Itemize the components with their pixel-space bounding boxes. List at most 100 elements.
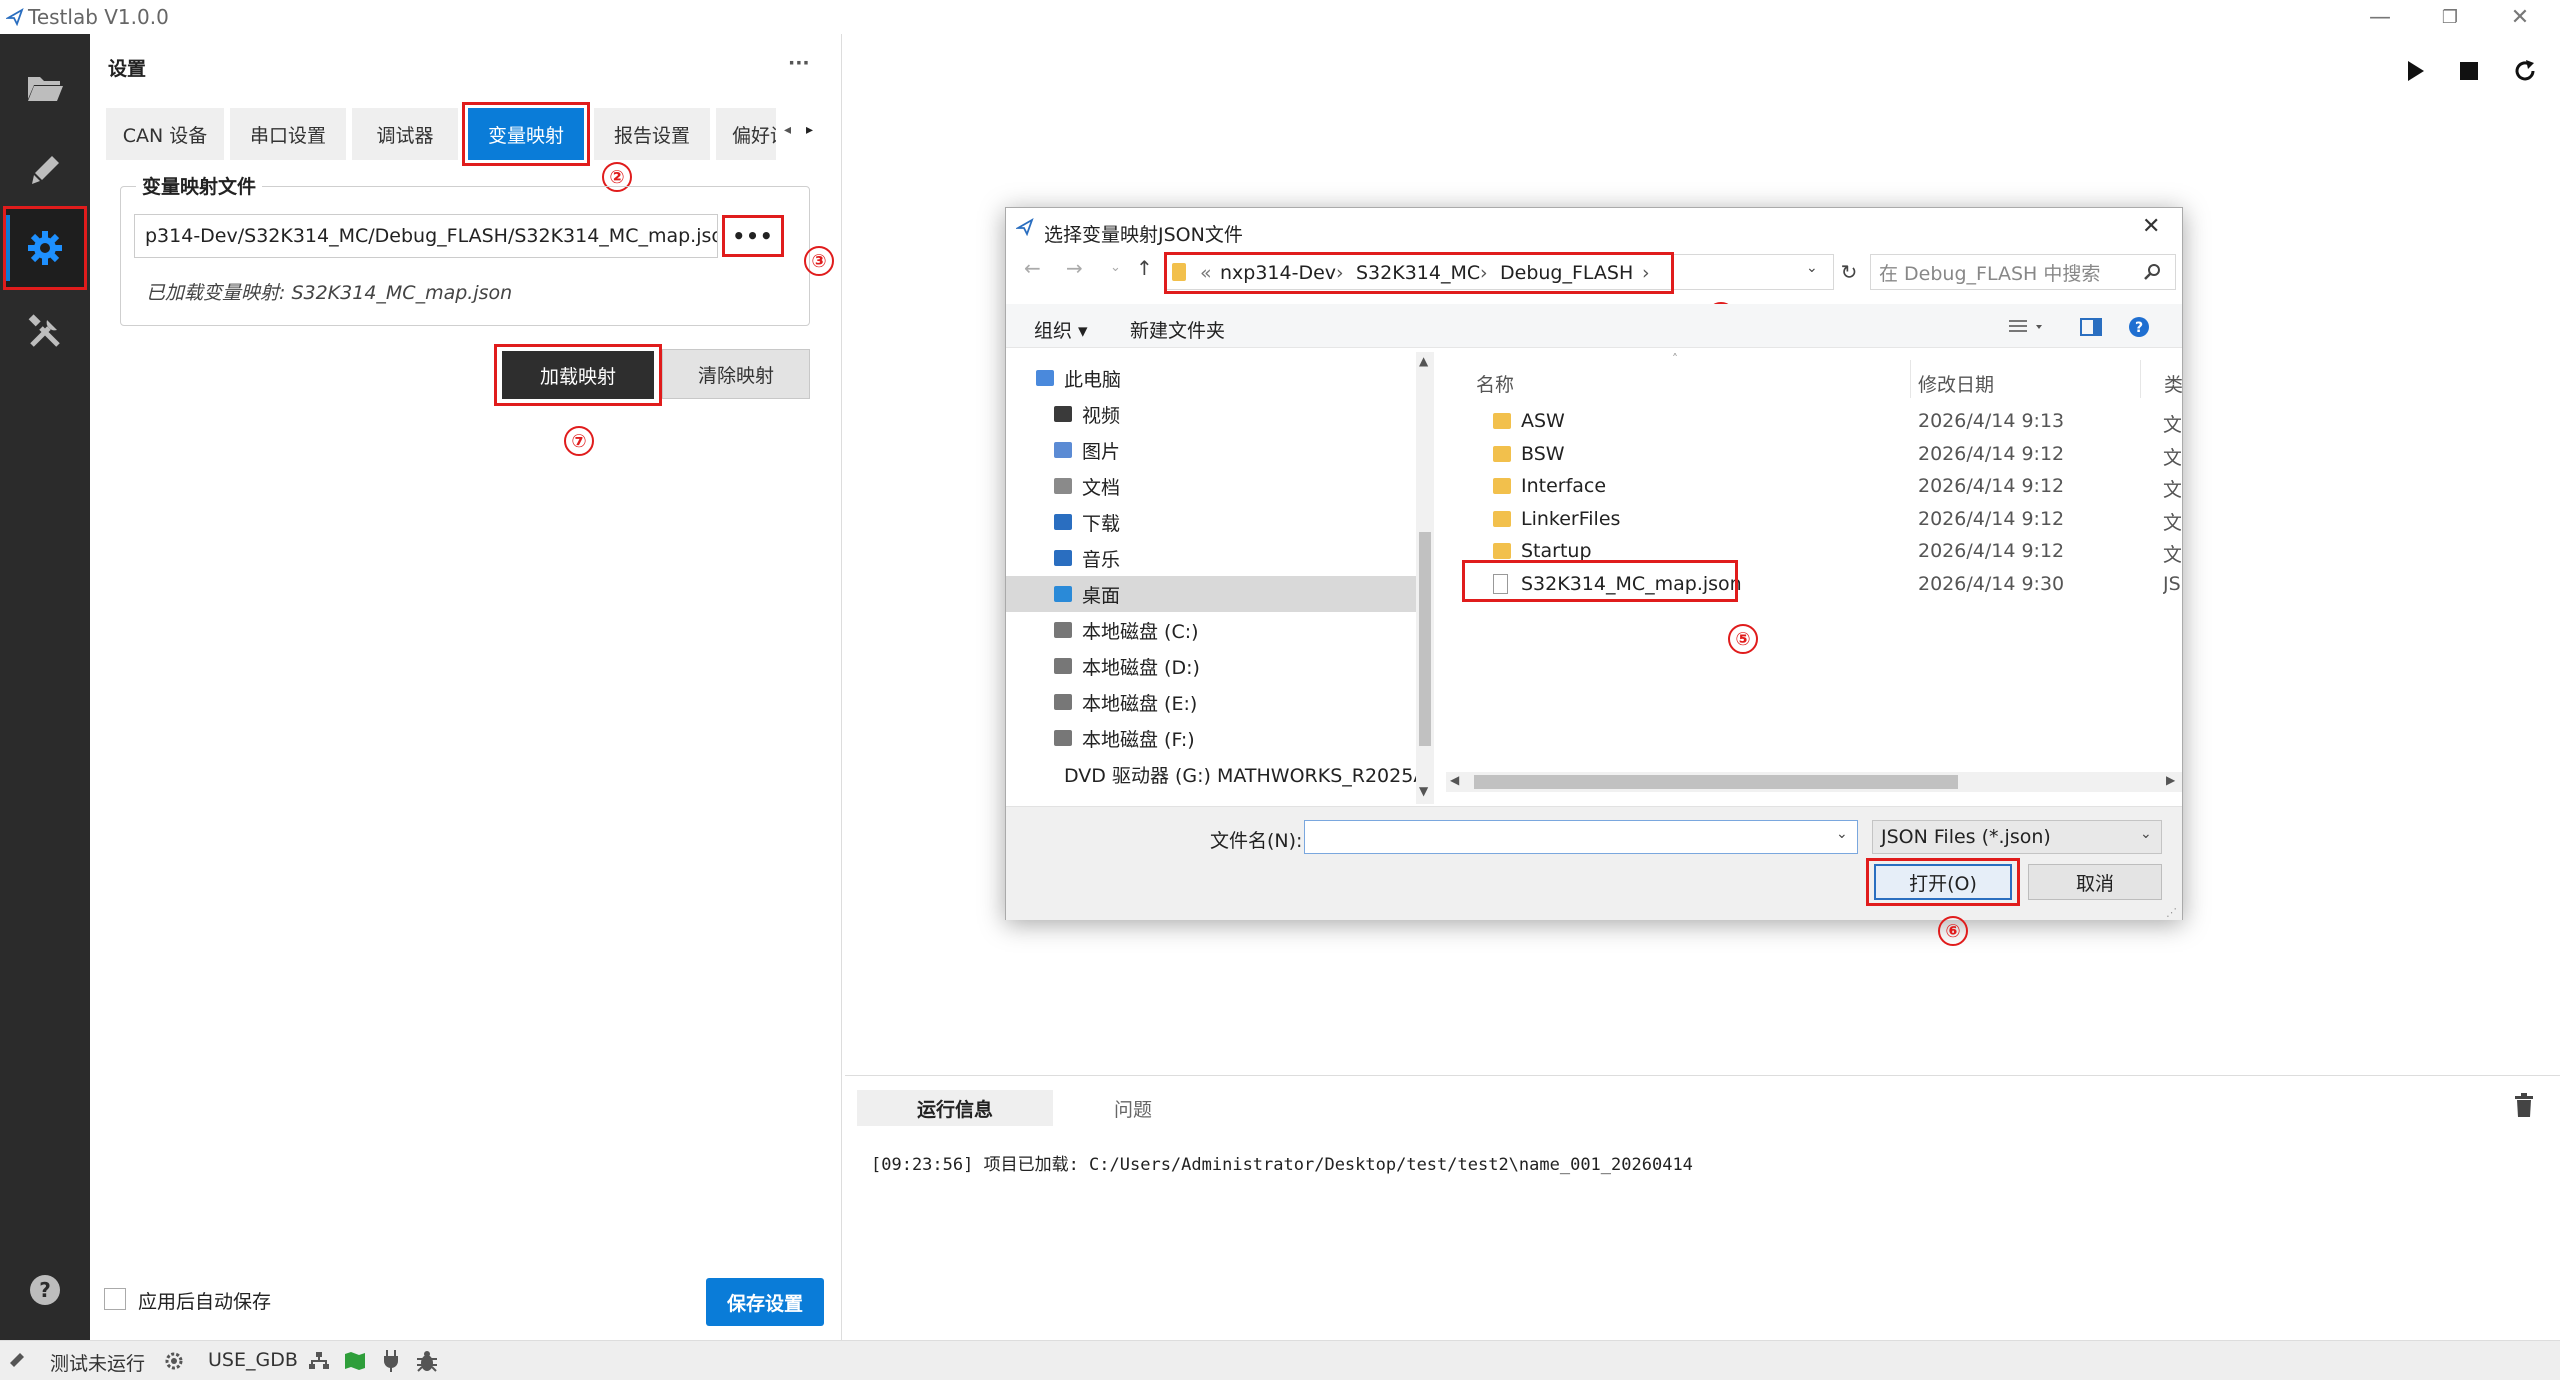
explorer-button[interactable] [0,46,90,130]
tab-can-device[interactable]: CAN 设备 [106,108,224,160]
plug-icon[interactable] [382,1349,400,1373]
tab-debugger[interactable]: 调试器 [352,108,458,160]
tab-scroll-right-icon[interactable]: ▸ [806,122,813,138]
column-type[interactable]: 类型 [2164,370,2182,397]
up-button[interactable]: ↑ [1136,256,1153,280]
loaded-status: 已加载变量映射: S32K314_MC_map.json [146,282,513,304]
dialog-close-button[interactable]: ✕ [2142,214,2160,239]
bug-icon[interactable] [416,1349,438,1373]
new-folder-button[interactable]: 新建文件夹 [1130,316,1225,343]
file-row[interactable]: LinkerFiles 2026/4/14 9:12 文件夹 [1463,504,2183,536]
gear-status-icon[interactable] [164,1351,184,1371]
tree-item[interactable]: 视频 [1006,396,1416,432]
file-type-dropdown-icon[interactable]: ⌄ [2140,826,2152,842]
preview-pane-icon[interactable] [2080,318,2102,336]
refresh-button[interactable] [2512,58,2538,84]
annotation-3: ③ [804,246,834,276]
column-name[interactable]: 名称 [1476,370,1514,397]
settings-more-button[interactable]: ··· [788,52,810,74]
stop-button[interactable] [2458,60,2480,82]
tab-scroll-left-icon[interactable]: ◂ [784,122,791,138]
help-button[interactable]: ? [0,1248,90,1332]
tree-item[interactable]: 本地磁盘 (D:) [1006,648,1416,684]
tree-item[interactable]: 此电脑 [1006,360,1416,396]
hscroll-right-icon[interactable]: ▶ [2166,773,2175,787]
recent-dropdown-icon[interactable]: ⌄ [1110,260,1121,275]
run-button[interactable] [2402,58,2428,84]
dialog-search-input[interactable]: 在 Debug_FLASH 中搜索 [1870,254,2176,290]
help-icon: ? [30,1275,60,1305]
file-list-hscrollbar[interactable]: ◀ ▶ [1446,772,2182,792]
forward-button[interactable]: → [1066,256,1083,280]
browse-button[interactable]: ••• [722,215,784,257]
address-folder-icon [1172,263,1186,281]
tools-button[interactable] [0,290,90,374]
tree-item[interactable]: 桌面 [1006,576,1416,612]
dialog-title: 选择变量映射JSON文件 [1044,224,1243,246]
open-button[interactable]: 打开(O) [1874,864,2012,900]
tree-item[interactable]: 音乐 [1006,540,1416,576]
tree-scroll-down-icon[interactable]: ▼ [1419,784,1428,798]
breadcrumb-s32k314[interactable]: S32K314_MC [1356,262,1480,284]
tree-item[interactable]: 本地磁盘 (C:) [1006,612,1416,648]
trash-icon [2515,1093,2533,1117]
annotation-5: ⑤ [1728,624,1758,654]
tree-item-label: 音乐 [1082,548,1121,571]
edit-button[interactable] [0,128,90,212]
restore-button[interactable]: ❐ [2420,0,2480,34]
group-title: 变量映射文件 [136,172,263,199]
autosave-checkbox[interactable] [104,1288,126,1310]
clear-log-button[interactable] [2513,1092,2535,1118]
file-row[interactable]: Interface 2026/4/14 9:12 文件夹 [1463,471,2183,503]
tree-item[interactable]: 本地磁盘 (F:) [1006,720,1416,756]
back-button[interactable]: ← [1024,256,1041,280]
file-name: BSW [1521,442,1565,465]
tab-preferences[interactable]: 偏好设 [716,108,776,160]
breadcrumb-nxp314[interactable]: nxp314-Dev [1220,262,1336,284]
tab-serial[interactable]: 串口设置 [230,108,346,160]
file-date: 2026/4/14 9:12 [1918,507,2065,530]
tree-scroll-up-icon[interactable]: ▲ [1419,354,1428,368]
tab-report[interactable]: 报告设置 [594,108,710,160]
tab-variable-mapping[interactable]: 变量映射 [468,108,584,160]
address-dropdown-icon[interactable]: ⌄ [1806,260,1818,276]
test-status: 测试未运行 [50,1353,146,1375]
file-type-select[interactable]: JSON Files (*.json) [1872,820,2162,854]
minimize-button[interactable]: — [2350,0,2410,34]
organize-button[interactable]: 组织 ▾ [1034,316,1088,343]
settings-button[interactable] [3,206,87,290]
tree-item-label: 桌面 [1082,584,1121,607]
file-date: 2026/4/14 9:12 [1918,442,2065,465]
tree-item[interactable]: 图片 [1006,432,1416,468]
breadcrumb-overflow[interactable]: « [1200,262,1212,284]
breadcrumb-debug-flash[interactable]: Debug_FLASH [1500,262,1633,284]
tab-problems[interactable]: 问题 [1063,1090,1203,1126]
file-row[interactable]: ASW 2026/4/14 9:13 文件夹 [1463,406,2183,438]
mapping-file-input[interactable]: p314-Dev/S32K314_MC/Debug_FLASH/S32K314_… [134,214,718,258]
map-icon[interactable] [344,1351,366,1371]
hscroll-left-icon[interactable]: ◀ [1450,773,1459,787]
hscroll-thumb[interactable] [1474,775,1958,789]
tree-item[interactable]: 文档 [1006,468,1416,504]
file-row[interactable]: BSW 2026/4/14 9:12 文件夹 [1463,439,2183,471]
filename-input[interactable] [1304,820,1858,854]
resize-grip[interactable]: ⋰ [2166,906,2177,919]
help-dialog-icon[interactable]: ? [2128,316,2150,338]
view-options-icon[interactable] [2008,318,2048,336]
close-button[interactable]: ✕ [2490,0,2550,34]
tab-run-info[interactable]: 运行信息 [857,1090,1053,1126]
file-type: 文件夹 [2163,479,2181,501]
cancel-button[interactable]: 取消 [2028,864,2162,900]
load-mapping-button[interactable]: 加载映射 [502,351,654,399]
save-settings-button[interactable]: 保存设置 [706,1278,824,1326]
clear-mapping-button[interactable]: 清除映射 [662,349,810,399]
tree-item[interactable]: 下载 [1006,504,1416,540]
filename-dropdown-icon[interactable]: ⌄ [1836,826,1848,842]
tree-scrollbar[interactable]: ▲ ▼ [1416,352,1434,804]
column-date[interactable]: 修改日期 [1918,370,1994,397]
tree-item[interactable]: 本地磁盘 (E:) [1006,684,1416,720]
tree-scroll-thumb[interactable] [1419,532,1431,746]
tree-item[interactable]: DVD 驱动器 (G:) MATHWORKS_R2025A [1006,756,1424,792]
network-icon[interactable] [308,1351,330,1371]
refresh-location-button[interactable]: ↻ [1834,256,1864,288]
